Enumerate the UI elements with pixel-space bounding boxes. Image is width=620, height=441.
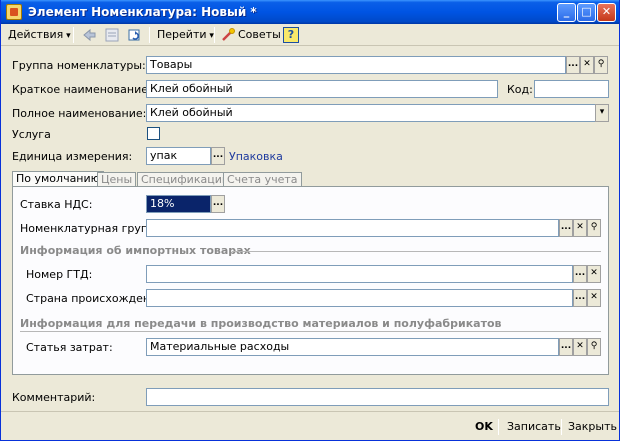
tab-prices[interactable]: Цены <box>97 172 137 187</box>
title-bar[interactable]: Элемент Номенклатура: Новый * _ □ ✕ <box>1 0 619 24</box>
tips-button[interactable]: Советы <box>235 26 284 44</box>
import-section-title: Информация об импортных товарах <box>20 244 251 257</box>
country-select-button[interactable]: ... <box>573 289 587 307</box>
cost-item-select-button[interactable]: ... <box>559 338 573 356</box>
short-name-field[interactable]: Клей обойный <box>146 80 498 98</box>
short-name-label: Краткое наименование: <box>12 83 152 96</box>
code-label: Код: <box>507 83 533 96</box>
gtd-label: Номер ГТД: <box>26 268 93 281</box>
gtd-field[interactable] <box>146 265 573 283</box>
unit-label: Единица измерения: <box>12 150 133 163</box>
close-button[interactable]: Закрыть <box>568 418 617 436</box>
nom-group-field[interactable] <box>146 219 559 237</box>
ok-button[interactable]: OK <box>475 418 493 436</box>
group-field[interactable]: Товары <box>146 56 566 74</box>
app-icon <box>6 4 22 20</box>
save-button[interactable]: Записать <box>507 418 561 436</box>
group-label: Группа номенклатуры: <box>12 59 146 72</box>
comment-field[interactable] <box>146 388 609 406</box>
bottom-separator <box>561 419 562 435</box>
app-window: Элемент Номенклатура: Новый * _ □ ✕ Дейс… <box>0 0 620 441</box>
country-field[interactable] <box>146 289 573 307</box>
production-section-title: Информация для передачи в производство м… <box>20 317 502 330</box>
service-label: Услуга <box>12 128 51 141</box>
minimize-button[interactable]: _ <box>557 3 576 22</box>
toolbar-separator <box>149 27 150 43</box>
gtd-select-button[interactable]: ... <box>573 265 587 283</box>
list-view-icon[interactable] <box>104 27 120 43</box>
vat-label: Ставка НДС: <box>20 198 93 211</box>
service-checkbox[interactable] <box>147 127 160 140</box>
unit-select-button[interactable]: ... <box>211 147 225 165</box>
cost-item-search-button[interactable]: ⚲ <box>587 338 601 356</box>
cost-item-label: Статья затрат: <box>26 341 113 354</box>
goto-menu-button[interactable]: Перейти <box>154 26 217 44</box>
country-clear-button[interactable]: ✕ <box>587 289 601 307</box>
toolbar-separator <box>73 27 74 43</box>
section-divider <box>20 331 601 332</box>
group-search-button[interactable]: ⚲ <box>594 56 608 74</box>
vat-select-button[interactable]: ... <box>211 195 225 213</box>
nom-group-clear-button[interactable]: ✕ <box>573 219 587 237</box>
nom-group-select-button[interactable]: ... <box>559 219 573 237</box>
full-name-dropdown-button[interactable]: ▾ <box>595 104 609 122</box>
maximize-button[interactable]: □ <box>577 3 596 22</box>
toolbar: Действия Перейти Советы ? <box>1 24 619 46</box>
actions-menu-button[interactable]: Действия <box>5 26 74 44</box>
bottom-bar: OK Записать Закрыть <box>1 411 619 440</box>
comment-label: Комментарий: <box>12 391 96 404</box>
section-divider <box>232 251 601 252</box>
tips-wand-icon <box>222 28 235 41</box>
bottom-separator <box>498 419 499 435</box>
vat-field[interactable]: 18% <box>146 195 211 213</box>
toolbar-separator <box>214 27 215 43</box>
help-icon[interactable]: ? <box>283 27 299 43</box>
code-field[interactable] <box>534 80 609 98</box>
full-name-field[interactable]: Клей обойный <box>146 104 596 122</box>
full-name-label: Полное наименование: <box>12 107 147 120</box>
nom-group-label: Номенклатурная группа: <box>20 222 166 235</box>
tab-accounts[interactable]: Счета учета <box>223 172 302 187</box>
group-select-button[interactable]: ... <box>566 56 580 74</box>
close-window-button[interactable]: ✕ <box>597 3 616 22</box>
unit-package-link[interactable]: Упаковка <box>229 150 283 163</box>
back-arrow-icon[interactable] <box>81 27 97 43</box>
group-clear-button[interactable]: ✕ <box>580 56 594 74</box>
cost-item-field[interactable]: Материальные расходы <box>146 338 559 356</box>
tab-specifications[interactable]: Спецификации <box>137 172 233 187</box>
unit-field[interactable]: упак <box>146 147 211 165</box>
cost-item-clear-button[interactable]: ✕ <box>573 338 587 356</box>
nom-group-search-button[interactable]: ⚲ <box>587 219 601 237</box>
window-title: Элемент Номенклатура: Новый * <box>28 5 257 19</box>
refresh-icon[interactable] <box>127 27 143 43</box>
gtd-clear-button[interactable]: ✕ <box>587 265 601 283</box>
